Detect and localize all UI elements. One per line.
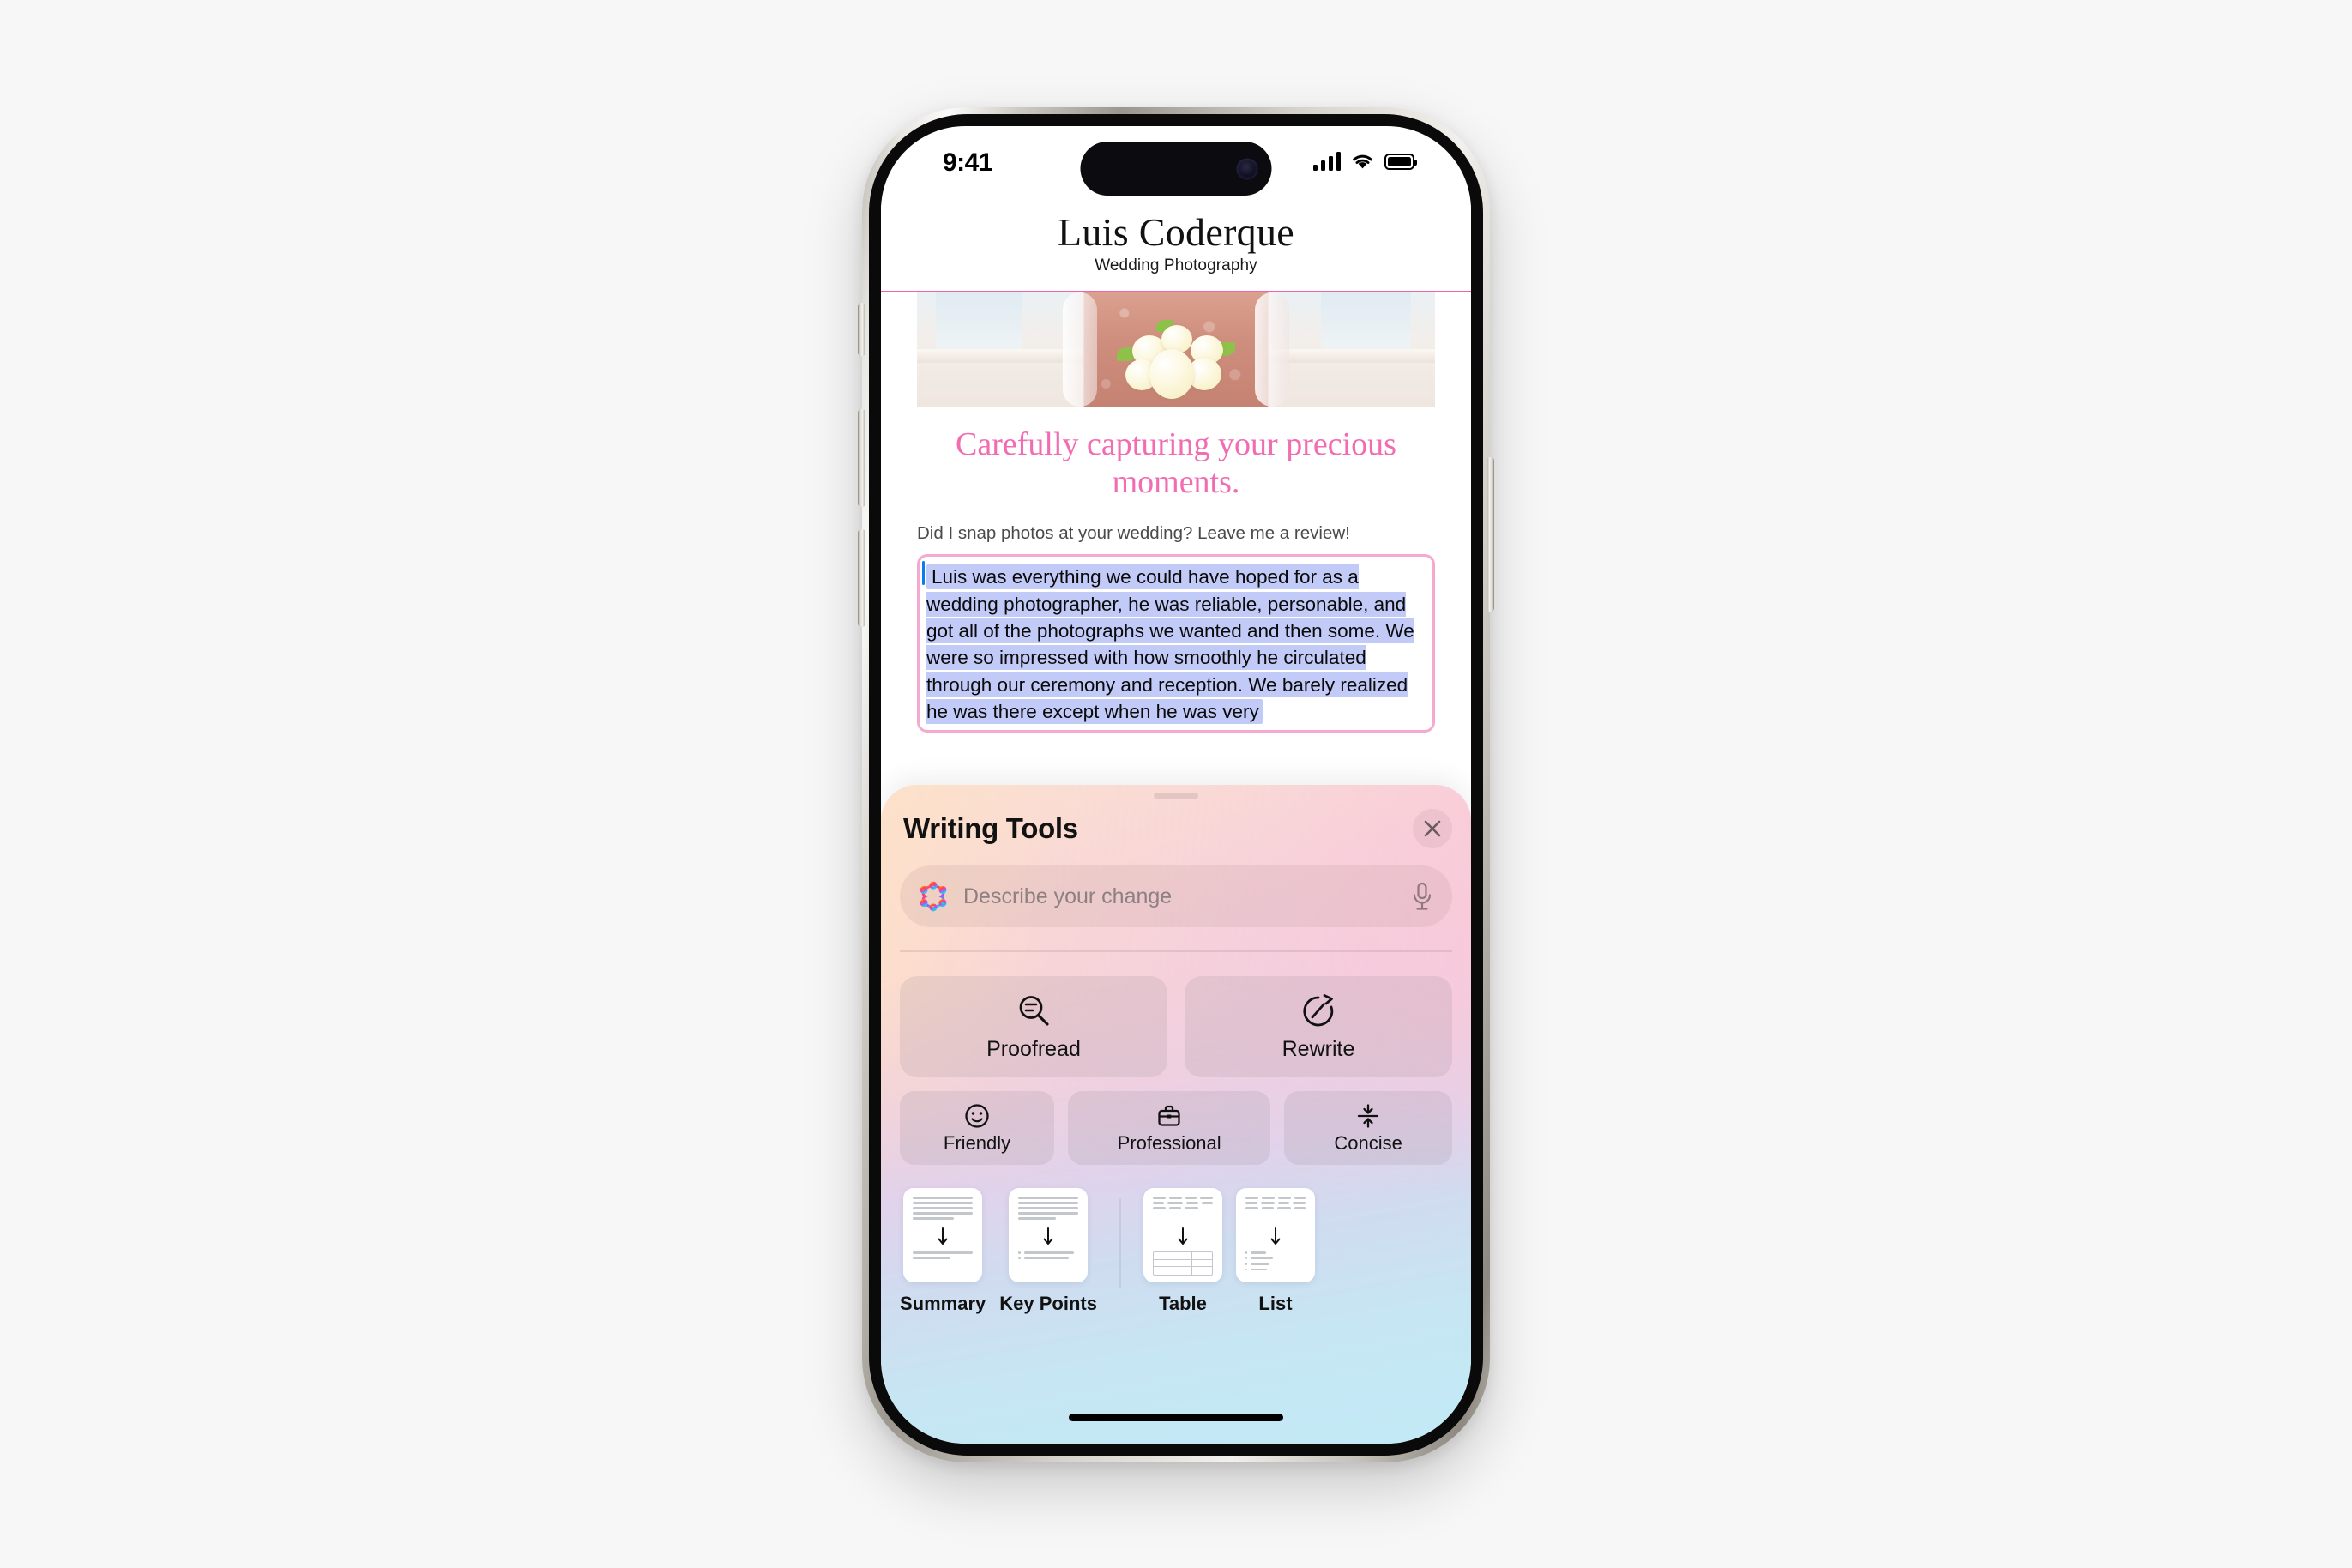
concise-button[interactable]: Concise bbox=[1284, 1091, 1453, 1165]
site-title: Luis Coderque bbox=[1057, 210, 1294, 254]
tone-actions-row: Friendly Professional Concise bbox=[900, 1091, 1453, 1165]
friendly-button[interactable]: Friendly bbox=[900, 1091, 1055, 1165]
text-caret bbox=[922, 561, 925, 586]
table-label: Table bbox=[1159, 1293, 1207, 1314]
rewrite-button[interactable]: Rewrite bbox=[1185, 976, 1452, 1077]
battery-full-icon bbox=[1384, 153, 1417, 170]
home-indicator[interactable] bbox=[1069, 1414, 1283, 1421]
review-selected-text[interactable]: Luis was everything we could have hoped … bbox=[926, 564, 1414, 724]
review-textarea[interactable]: Luis was everything we could have hoped … bbox=[917, 554, 1435, 733]
bouquet-illustration bbox=[1112, 317, 1240, 407]
iphone-device: 9:41 Luis Coderque Wedding Photography C… bbox=[858, 107, 1494, 1462]
writing-tools-panel: Writing Tools Describe your change Proof… bbox=[881, 785, 1471, 1444]
cards-divider bbox=[1119, 1198, 1121, 1288]
document-key-points-icon bbox=[1009, 1188, 1089, 1282]
primary-actions-row: Proofread Rewrite bbox=[900, 976, 1452, 1077]
wifi-icon bbox=[1353, 154, 1372, 168]
close-icon bbox=[1424, 820, 1441, 837]
friendly-label: Friendly bbox=[943, 1131, 1011, 1154]
hero-photo bbox=[917, 292, 1435, 407]
down-arrow-icon bbox=[1043, 1227, 1053, 1245]
sheet-drag-handle[interactable] bbox=[1154, 793, 1198, 799]
mini-table-grid bbox=[1152, 1251, 1213, 1276]
rewrite-label: Rewrite bbox=[1282, 1036, 1355, 1061]
rewrite-circular-arrow-icon bbox=[1303, 993, 1334, 1026]
down-arrow-icon bbox=[938, 1227, 948, 1245]
briefcase-icon bbox=[1158, 1105, 1180, 1126]
status-time: 9:41 bbox=[943, 148, 993, 177]
proofread-magnifier-icon bbox=[1019, 995, 1049, 1026]
writing-tools-title: Writing Tools bbox=[903, 812, 1078, 844]
describe-change-field[interactable] bbox=[900, 865, 1452, 927]
smiley-face-icon bbox=[965, 1103, 989, 1128]
action-button[interactable] bbox=[858, 303, 865, 356]
compress-arrows-icon bbox=[1357, 1103, 1379, 1128]
front-camera-icon bbox=[1236, 158, 1258, 179]
key-points-label: Key Points bbox=[999, 1293, 1097, 1314]
proofread-button[interactable]: Proofread bbox=[900, 976, 1167, 1077]
volume-up-button[interactable] bbox=[858, 409, 865, 507]
site-header: Luis Coderque Wedding Photography bbox=[881, 205, 1471, 293]
site-subtitle: Wedding Photography bbox=[1095, 256, 1257, 275]
cellular-bars-icon bbox=[1312, 152, 1341, 171]
document-table-icon bbox=[1143, 1188, 1222, 1282]
format-actions-row: Summary Key Points Table List bbox=[900, 1188, 1452, 1315]
dynamic-island[interactable] bbox=[1080, 142, 1272, 196]
summary-button[interactable]: Summary bbox=[900, 1188, 986, 1315]
microphone-icon[interactable] bbox=[1411, 882, 1433, 911]
key-points-button[interactable]: Key Points bbox=[999, 1188, 1097, 1315]
apple-intelligence-icon bbox=[920, 881, 947, 912]
proofread-label: Proofread bbox=[986, 1036, 1081, 1061]
summary-label: Summary bbox=[900, 1293, 986, 1314]
power-button[interactable] bbox=[1487, 457, 1494, 612]
review-prompt: Did I snap photos at your wedding? Leave… bbox=[917, 523, 1350, 544]
down-arrow-icon bbox=[1178, 1227, 1188, 1245]
document-summary-icon bbox=[903, 1188, 983, 1282]
list-label: List bbox=[1258, 1293, 1293, 1314]
professional-button[interactable]: Professional bbox=[1068, 1091, 1271, 1165]
concise-label: Concise bbox=[1334, 1131, 1402, 1154]
page-headline: Carefully capturing your precious moment… bbox=[956, 426, 1396, 501]
cards-group-right: Table List bbox=[1143, 1188, 1315, 1315]
phone-screen: 9:41 Luis Coderque Wedding Photography C… bbox=[881, 126, 1471, 1444]
down-arrow-icon bbox=[1270, 1227, 1281, 1245]
close-button[interactable] bbox=[1413, 809, 1452, 848]
describe-change-input[interactable] bbox=[963, 884, 1397, 909]
volume-down-button[interactable] bbox=[858, 529, 865, 627]
status-bar: 9:41 bbox=[881, 126, 1471, 205]
list-button[interactable]: List bbox=[1235, 1188, 1315, 1315]
panel-divider bbox=[900, 950, 1452, 952]
table-button[interactable]: Table bbox=[1143, 1188, 1222, 1315]
professional-label: Professional bbox=[1117, 1131, 1221, 1154]
document-list-icon bbox=[1235, 1188, 1315, 1282]
cards-group-left: Summary Key Points bbox=[900, 1188, 1097, 1315]
status-indicators bbox=[1312, 152, 1417, 171]
